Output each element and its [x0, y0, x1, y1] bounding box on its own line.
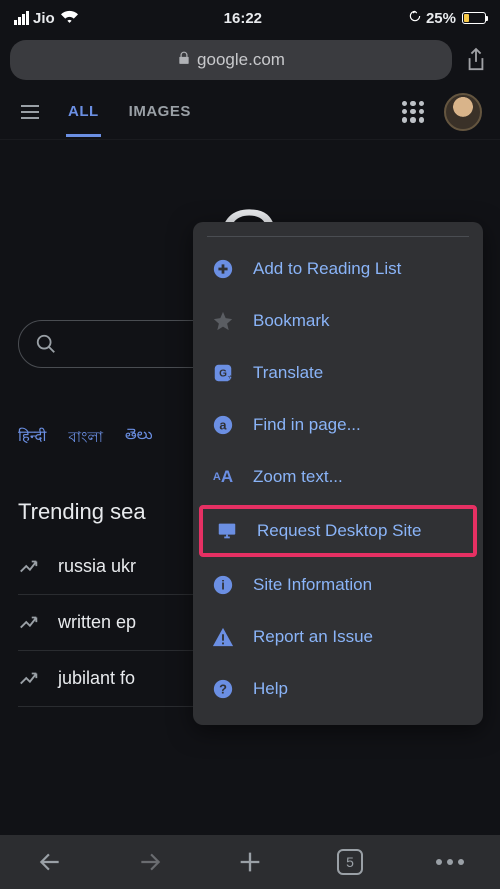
tab-all[interactable]: ALL [68, 103, 99, 120]
battery-percent: 25% [426, 10, 456, 27]
info-icon: i [211, 573, 235, 597]
menu-label: Add to Reading List [253, 259, 401, 279]
search-icon [35, 333, 57, 355]
overflow-menu: Add to Reading List Bookmark G文 Translat… [193, 222, 483, 725]
lang-link[interactable]: हिन्दी [18, 426, 46, 451]
desktop-icon [215, 519, 239, 543]
wifi-icon [61, 10, 78, 27]
plus-circle-icon [211, 257, 235, 281]
star-icon [211, 309, 235, 333]
svg-text:?: ? [219, 682, 227, 697]
share-button[interactable] [462, 46, 490, 74]
more-button[interactable] [429, 841, 471, 883]
menu-label: Request Desktop Site [257, 521, 421, 541]
tab-count: 5 [337, 849, 363, 875]
trending-label: written ep [58, 612, 136, 633]
nav-tabs: ALL IMAGES [68, 103, 191, 120]
google-header: ALL IMAGES [0, 84, 500, 140]
lang-link[interactable]: తెలు [125, 426, 153, 451]
menu-icon[interactable] [18, 100, 42, 124]
status-left: Jio [14, 10, 78, 27]
rotation-lock-icon [408, 9, 422, 27]
url-bar-row: google.com [0, 36, 500, 84]
menu-zoom-text[interactable]: AA Zoom text... [193, 451, 483, 503]
url-host: google.com [197, 50, 285, 70]
dots-icon [436, 859, 464, 865]
browser-toolbar: 5 [0, 835, 500, 889]
back-button[interactable] [29, 841, 71, 883]
menu-report-issue[interactable]: Report an Issue [193, 611, 483, 663]
tab-images[interactable]: IMAGES [129, 103, 191, 120]
svg-text:文: 文 [228, 373, 234, 382]
forward-button[interactable] [129, 841, 171, 883]
trend-up-icon [18, 556, 40, 578]
apps-icon[interactable] [402, 101, 424, 123]
trending-label: russia ukr [58, 556, 136, 577]
lang-link[interactable]: বাংলা [68, 426, 103, 451]
menu-label: Translate [253, 363, 323, 383]
menu-add-reading-list[interactable]: Add to Reading List [193, 243, 483, 295]
translate-icon: G文 [211, 361, 235, 385]
trend-up-icon [18, 612, 40, 634]
menu-separator [207, 236, 469, 237]
menu-site-information[interactable]: i Site Information [193, 559, 483, 611]
tabs-button[interactable]: 5 [329, 841, 371, 883]
menu-label: Bookmark [253, 311, 330, 331]
status-right: 25% [408, 9, 486, 27]
menu-translate[interactable]: G文 Translate [193, 347, 483, 399]
zoom-text-icon: AA [211, 465, 235, 489]
svg-text:i: i [221, 578, 225, 593]
signal-icon [14, 11, 29, 25]
menu-find-in-page[interactable]: a Find in page... [193, 399, 483, 451]
menu-request-desktop-site[interactable]: Request Desktop Site [199, 505, 477, 557]
menu-label: Site Information [253, 575, 372, 595]
clock: 16:22 [224, 10, 262, 27]
trend-up-icon [18, 668, 40, 690]
menu-label: Help [253, 679, 288, 699]
avatar[interactable] [444, 93, 482, 131]
carrier-label: Jio [33, 10, 55, 27]
status-bar: Jio 16:22 25% [0, 0, 500, 36]
find-icon: a [211, 413, 235, 437]
svg-text:G: G [219, 369, 227, 380]
battery-icon [462, 12, 486, 24]
warning-icon [211, 625, 235, 649]
menu-help[interactable]: ? Help [193, 663, 483, 715]
help-icon: ? [211, 677, 235, 701]
menu-label: Report an Issue [253, 627, 373, 647]
url-bar[interactable]: google.com [10, 40, 452, 80]
lock-icon [177, 50, 191, 70]
menu-label: Zoom text... [253, 467, 343, 487]
trending-label: jubilant fo [58, 668, 135, 689]
new-tab-button[interactable] [229, 841, 271, 883]
menu-bookmark[interactable]: Bookmark [193, 295, 483, 347]
menu-label: Find in page... [253, 415, 361, 435]
svg-text:a: a [219, 418, 227, 433]
